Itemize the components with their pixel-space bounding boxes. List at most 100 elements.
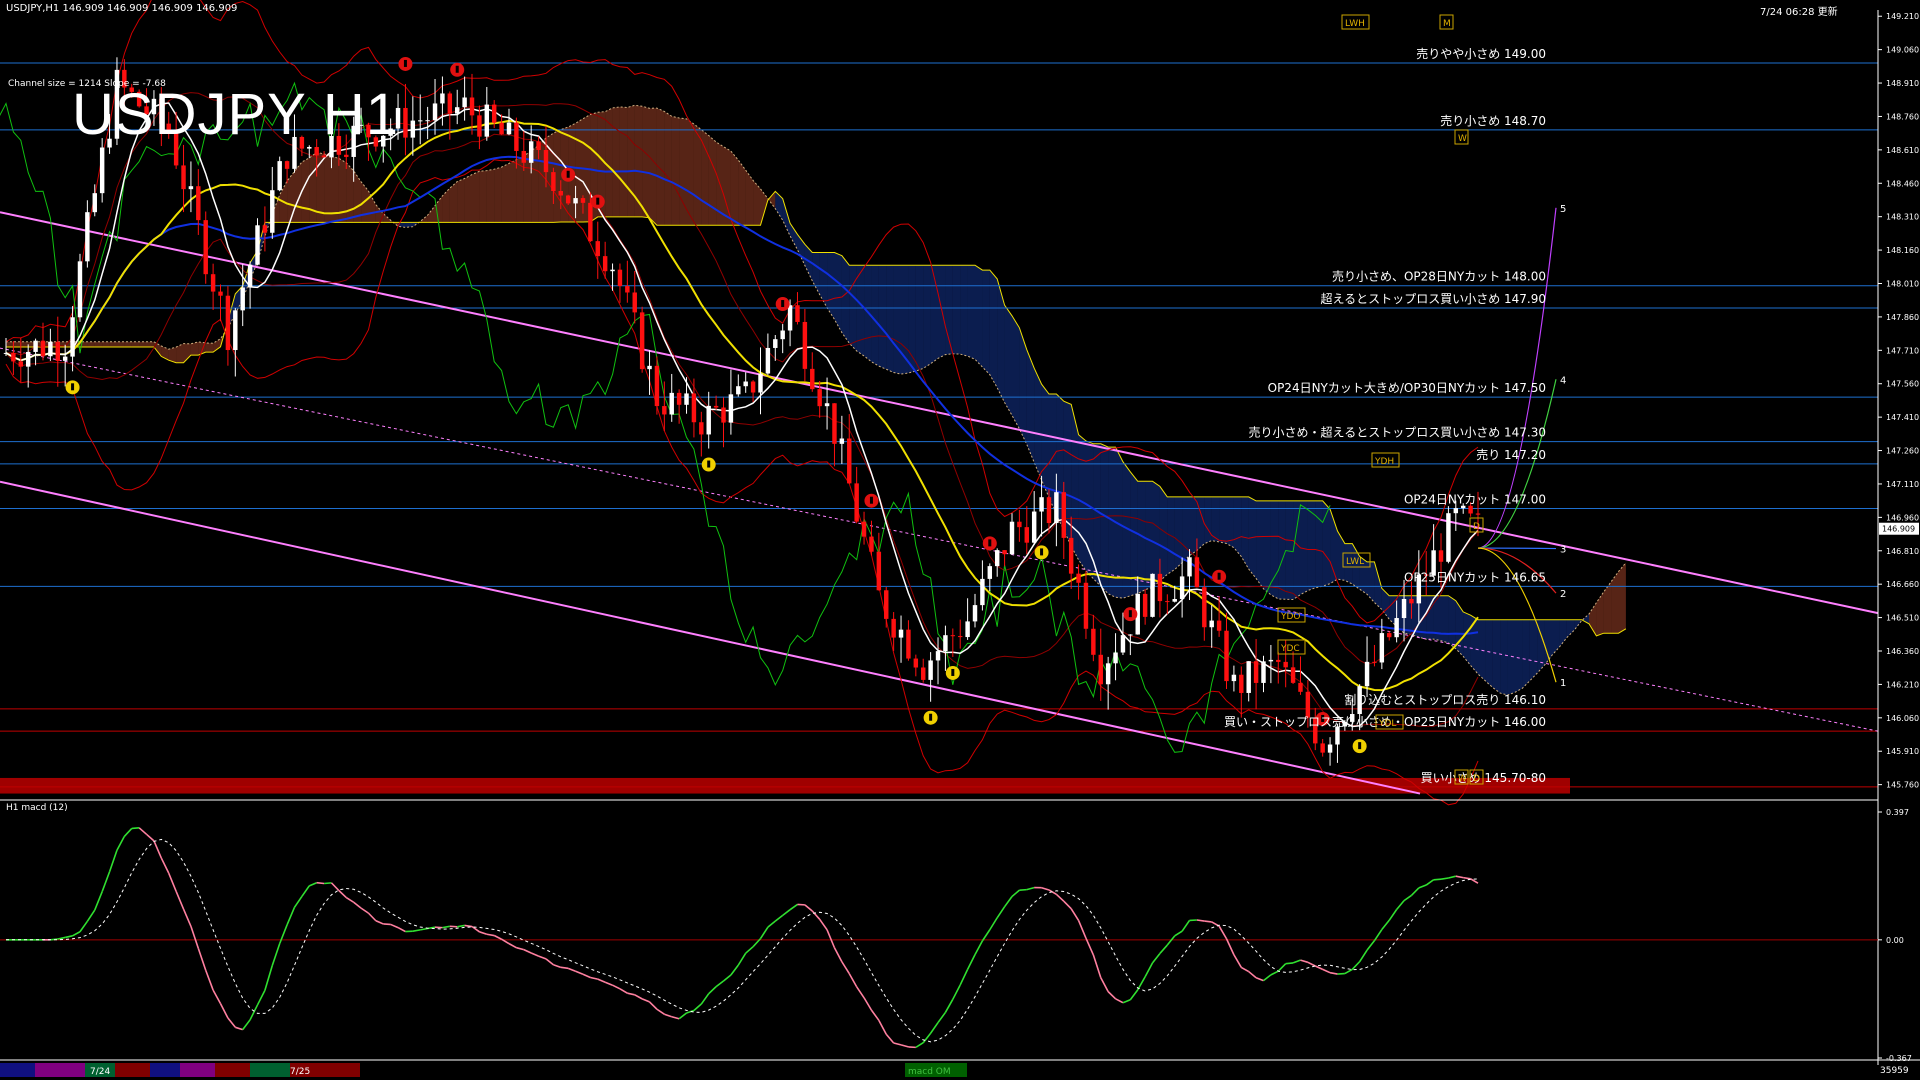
macd-line-segment [708, 986, 717, 995]
signal-glyph [403, 59, 407, 67]
candle-body [1305, 691, 1311, 718]
macd-line-segment [819, 918, 828, 931]
cloud-segment [1233, 496, 1242, 557]
macd-line-segment [278, 924, 288, 944]
macd-line-segment [1011, 889, 1020, 898]
macd-line-segment [108, 850, 118, 873]
price-tick-label: 148.310 [1886, 213, 1919, 222]
macd-line-segment [538, 955, 547, 960]
macd-line-segment [1262, 974, 1272, 982]
macd-line-segment [338, 889, 347, 899]
candle-body [1231, 674, 1237, 682]
price-tick-label: 146.060 [1886, 714, 1919, 723]
macd-line-segment [855, 986, 865, 999]
candle-body [1172, 599, 1177, 602]
candle-body [625, 286, 630, 293]
cloud-segment [1552, 619, 1560, 656]
macd-line-segment [826, 929, 836, 949]
low-band [0, 777, 1570, 794]
candle-body [736, 386, 741, 395]
macd-line-segment [893, 1042, 902, 1046]
macd-line-segment [989, 917, 998, 931]
candle-body [972, 605, 978, 622]
macd-line-segment [952, 984, 961, 1000]
macd-line-segment [545, 958, 554, 966]
candle-body [3, 352, 9, 354]
macd-line-segment [160, 857, 170, 874]
candle-body [1327, 744, 1333, 753]
candle-body [980, 578, 985, 606]
macd-line-segment [789, 903, 798, 911]
macd-line-segment [604, 981, 613, 986]
candle-body [25, 351, 31, 367]
macd-line-segment [619, 988, 628, 994]
macd-line-segment [1344, 968, 1353, 975]
candle-body [921, 667, 926, 680]
cloud-segment [1278, 500, 1286, 600]
price-tick-label: 148.760 [1886, 112, 1919, 121]
macd-line-segment [597, 978, 606, 984]
candle-body [884, 590, 889, 619]
cloud-segment [479, 170, 487, 223]
macd-line-segment [863, 997, 873, 1011]
macd-line-segment [175, 891, 185, 910]
signal-glyph [707, 460, 711, 468]
cloud-segment [782, 198, 791, 236]
cloud-segment [642, 106, 650, 218]
candle-body [1216, 620, 1222, 631]
candle-body [1105, 663, 1111, 685]
cloud-segment [1566, 619, 1575, 638]
session-segment [0, 1063, 35, 1077]
macd-line-segment [204, 969, 214, 991]
macd-line-segment [1433, 878, 1442, 881]
cloud-segment [1100, 443, 1109, 594]
macd-tick-label: 0.397 [1886, 808, 1909, 817]
cloud-segment [1507, 619, 1515, 695]
candle-body [854, 483, 859, 522]
macd-line-segment [1129, 989, 1139, 1001]
candle-body [994, 550, 1000, 567]
session-segment [215, 1063, 250, 1077]
cloud-segment [139, 341, 147, 347]
candle-body [750, 381, 756, 393]
macd-line-segment [700, 993, 710, 1005]
macd-line-segment [167, 872, 177, 892]
level-label: 売りやや小さめ 149.00 [1416, 46, 1546, 61]
cloud-segment [442, 188, 450, 223]
macd-line-segment [1425, 879, 1435, 886]
macd-line-segment [1455, 875, 1464, 879]
cloud-segment [6, 341, 14, 347]
candle-body [1261, 661, 1266, 683]
price-tick-label: 146.810 [1886, 547, 1919, 556]
cloud-segment [738, 160, 746, 226]
candle-body [573, 198, 578, 204]
cloud-segment [472, 171, 480, 223]
candle-body [40, 340, 46, 357]
macd-line-segment [870, 1009, 880, 1021]
candle-body [203, 220, 208, 275]
macd-line-segment [383, 923, 391, 926]
candle-body [55, 341, 60, 361]
level-label: OP24日NYカット大きめ/OP30日NYカット 147.50 [1268, 381, 1546, 395]
macd-line-segment [1092, 954, 1102, 978]
cloud-segment [1182, 496, 1190, 563]
level-label: 売り小さめ 148.70 [1440, 113, 1546, 128]
candle-body [1128, 634, 1133, 636]
macd-line-segment [1381, 919, 1390, 931]
macd-line-segment [1448, 875, 1457, 879]
candle-body [410, 120, 416, 138]
candle-body [913, 658, 919, 668]
price-tick-label: 148.460 [1886, 179, 1919, 188]
macd-line-segment [1159, 944, 1168, 954]
macd-line-segment [1077, 920, 1087, 939]
candle-body [1224, 630, 1229, 682]
candle-body [787, 305, 793, 331]
candle-body [676, 392, 682, 405]
price-tick-label: 148.160 [1886, 246, 1919, 255]
candle-body [92, 193, 97, 213]
macd-signal-line [6, 838, 1479, 1043]
cloud-segment [1337, 531, 1345, 581]
cloud-segment [205, 342, 214, 353]
price-tick-label: 148.010 [1886, 280, 1919, 289]
candle-body [935, 651, 941, 661]
